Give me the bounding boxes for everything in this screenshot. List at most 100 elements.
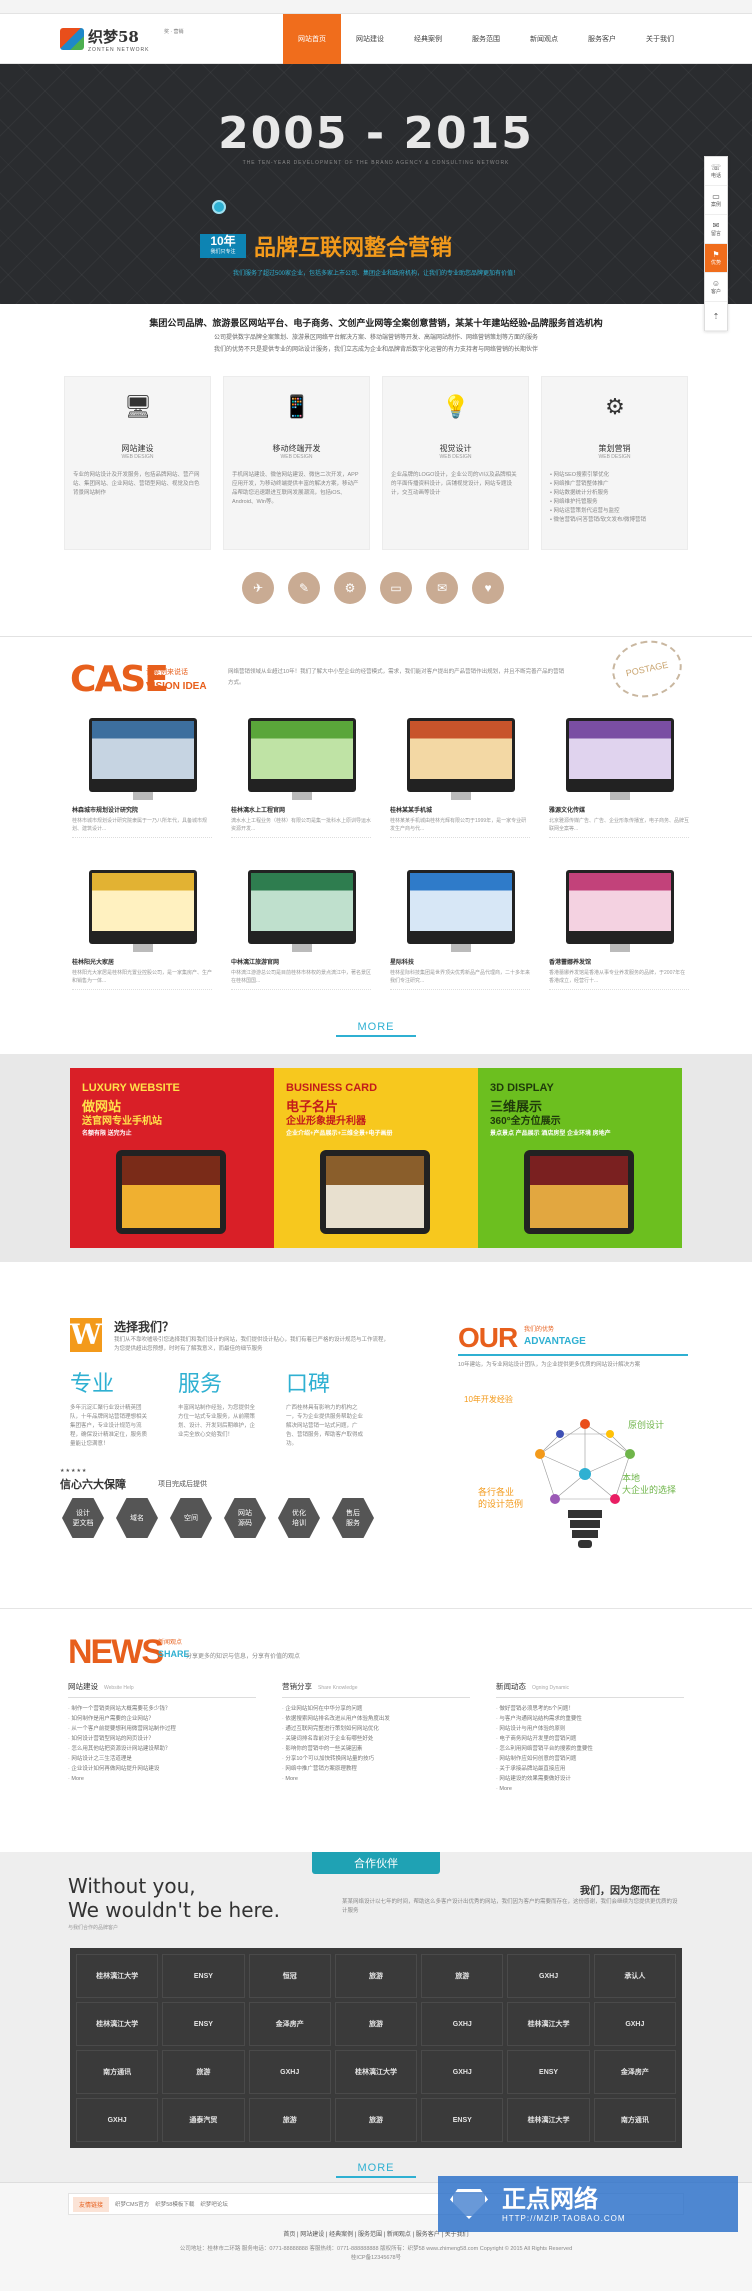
service-circle-icon[interactable]: ♥: [472, 572, 504, 604]
partner-logo[interactable]: GXHJ: [248, 2050, 331, 2094]
sidebar-item[interactable]: ☺ 客户: [705, 273, 727, 302]
partner-logo[interactable]: 承认人: [593, 1954, 676, 1998]
service-circle-icon[interactable]: ▭: [380, 572, 412, 604]
partner-logo[interactable]: 旅游: [334, 1954, 418, 1998]
nav-item[interactable]: 网站建设: [341, 14, 399, 64]
case-name[interactable]: 桂林阳光大家居: [72, 957, 114, 966]
case-card[interactable]: 桂林阳光大家居 桂林阳光大家居是桂林阳光置业控股公司，是一家集房产、生产和销售为一…: [70, 865, 215, 1005]
partner-logo[interactable]: 桂林漓江大学: [76, 1954, 159, 1998]
case-card[interactable]: 桂林某某手机城 桂林某某手机城由桂林光辉有限公司于1999年，是一家专业研发生产商…: [388, 713, 533, 853]
service-circle-icon[interactable]: ✉: [426, 572, 458, 604]
promo-panel[interactable]: LUXURY WEBSITE 做网站 送官网专业手机站 名额有限 送完为止: [70, 1068, 274, 1248]
news-item[interactable]: 关于承接品牌站最直接应用: [496, 1764, 684, 1774]
case-thumbnail[interactable]: [229, 713, 374, 800]
partner-logo[interactable]: GXHJ: [421, 2050, 504, 2094]
news-item[interactable]: 制作一个营销类网站大概需要花多少钱？: [68, 1704, 256, 1714]
case-thumbnail[interactable]: [229, 865, 374, 952]
friend-link[interactable]: 织梦CMS官方: [115, 2200, 149, 2208]
partner-logo[interactable]: 旅游: [162, 2050, 245, 2094]
sidebar-item[interactable]: ⚑ 优势: [705, 244, 727, 273]
partner-logo[interactable]: 旅游: [334, 2098, 418, 2142]
partner-logo[interactable]: 金泽房产: [248, 2002, 331, 2046]
service-circle-icon[interactable]: ✈: [242, 572, 274, 604]
news-item[interactable]: 影响你的营销中的一些关键因素: [282, 1744, 470, 1754]
case-card[interactable]: 林森城市规划设计研究院 桂林市城市规划设计研究院隶属于一乃八所年代，具备城市规划、…: [70, 713, 215, 853]
partner-logo[interactable]: 桂林漓江大学: [334, 2050, 418, 2094]
news-item[interactable]: 关键词排名靠前对于企业有哪些好处: [282, 1734, 470, 1744]
promo-panel[interactable]: 3D DISPLAY 三维展示 360°全方位展示 景点景点 产品展示 酒店房型 企业…: [478, 1068, 682, 1248]
service-circle-icon[interactable]: ⚙: [334, 572, 366, 604]
service-circle-icon[interactable]: ✎: [288, 572, 320, 604]
news-item[interactable]: 怎么利用网络营销平台的搜索的重要性: [496, 1744, 684, 1754]
news-item[interactable]: 网站设计与用户体验的原则: [496, 1724, 684, 1734]
case-thumbnail[interactable]: [70, 713, 215, 800]
case-name[interactable]: 林森城市规划设计研究院: [72, 805, 138, 814]
case-card[interactable]: 桂林漓水上工程官网 漓水水上工程业务（桂林）有限公司是集一批科水上原训导运水资源开…: [229, 713, 374, 853]
friend-link[interactable]: 织梦吧论坛: [200, 2200, 228, 2208]
news-item[interactable]: 与客户沟通网站结构需求的重要性: [496, 1714, 684, 1724]
case-name[interactable]: 雅源文化传媒: [549, 805, 585, 814]
case-name[interactable]: 香港蕾娜养发馆: [549, 957, 591, 966]
partner-logo[interactable]: 南方通讯: [593, 2098, 676, 2142]
partners-more-link[interactable]: MORE: [336, 2162, 416, 2178]
nav-item[interactable]: 服务客户: [573, 14, 631, 64]
case-card[interactable]: 雅源文化传媒 北京雅源传媒广告、广告、企业形象传播宣，电子商务、品牌互联网全案等.…: [547, 713, 692, 853]
case-name[interactable]: 中林漓江旅游官网: [231, 957, 279, 966]
case-thumbnail[interactable]: [70, 865, 215, 952]
partner-logo[interactable]: 恒冠: [248, 1954, 331, 1998]
partner-logo[interactable]: ENSY: [162, 2002, 245, 2046]
news-item[interactable]: 分享10个可以加快转换网站量的技巧: [282, 1754, 470, 1764]
nav-item[interactable]: 关于我们: [631, 14, 689, 64]
site-logo[interactable]: 织梦58 ZONTEN NETWORK 奖 · 营销: [60, 26, 220, 58]
service-card[interactable]: 🖥 网站建设 WEB DESIGN 专业的网站设计及开发服务，包括品牌网站、营产网站、…: [64, 376, 211, 550]
partner-logo[interactable]: GXHJ: [593, 2002, 676, 2046]
nav-item[interactable]: 新闻观点: [515, 14, 573, 64]
news-item[interactable]: 如何制作是用户需要的企业网站？: [68, 1714, 256, 1724]
news-item[interactable]: 企业网站如何在中华分享的问题: [282, 1704, 470, 1714]
news-item[interactable]: 网站建设的效果需要做好设计: [496, 1774, 684, 1784]
nav-item[interactable]: 经典案例: [399, 14, 457, 64]
partner-logo[interactable]: 桂林漓江大学: [507, 2002, 590, 2046]
news-item[interactable]: 网站设计之三生活道理是: [68, 1754, 256, 1764]
news-item[interactable]: 电子商务网站开发里的营销问题: [496, 1734, 684, 1744]
case-card[interactable]: 香港蕾娜养发馆 香港蕾娜养发馆是香港从事专业养发服务的品牌，于2007年在香港成立…: [547, 865, 692, 1005]
news-item[interactable]: 网站制作应如何创意的营销问题: [496, 1754, 684, 1764]
news-item[interactable]: 从一个客户前提要想利用微营网站制作过程: [68, 1724, 256, 1734]
partners-tab[interactable]: 合作伙伴: [312, 1852, 440, 1874]
news-item[interactable]: 做好营销必须思考的5个问题！: [496, 1704, 684, 1714]
sidebar-item[interactable]: ☏ 电话: [705, 157, 727, 186]
partner-logo[interactable]: GXHJ: [507, 1954, 590, 1998]
case-name[interactable]: 星际科技: [390, 957, 414, 966]
case-name[interactable]: 桂林漓水上工程官网: [231, 805, 285, 814]
sidebar-item[interactable]: ✉ 留言: [705, 215, 727, 244]
partner-logo[interactable]: 桂林漓江大学: [76, 2002, 159, 2046]
case-thumbnail[interactable]: [388, 865, 533, 952]
partner-logo[interactable]: 旅游: [248, 2098, 331, 2142]
service-card[interactable]: 📱 移动终端开发 WEB DESIGN 手机网站建设、微信网站建设、微信二次开发，AP…: [223, 376, 370, 550]
nav-item[interactable]: 网站首页: [283, 14, 341, 64]
partner-logo[interactable]: 旅游: [334, 2002, 418, 2046]
partner-logo[interactable]: GXHJ: [421, 2002, 504, 2046]
promo-panel[interactable]: BUSINESS CARD 电子名片 企业形象提升利器 企业介绍+产品展示+三维全景+…: [274, 1068, 478, 1248]
case-more-link[interactable]: MORE: [336, 1021, 416, 1037]
partner-logo[interactable]: 桂林漓江大学: [507, 2098, 590, 2142]
sidebar-item[interactable]: ▭ 案例: [705, 186, 727, 215]
news-item[interactable]: 网络中推广营销方案原理教程: [282, 1764, 470, 1774]
service-card[interactable]: 💡 视觉设计 WEB DESIGN 企业品牌的LOGO设计，企业公司的VI以及品牌相关…: [382, 376, 529, 550]
case-thumbnail[interactable]: [388, 713, 533, 800]
service-card[interactable]: ⚙ 策划营销 WEB DESIGN • 网站SEO搜索引擎优化 • 网络推广营销整体推…: [541, 376, 688, 550]
partner-logo[interactable]: 旅游: [421, 1954, 504, 1998]
case-thumbnail[interactable]: [547, 865, 692, 952]
partner-logo[interactable]: ENSY: [507, 2050, 590, 2094]
news-item[interactable]: 依据搜索网站排名改进从用户体验角度出发: [282, 1714, 470, 1724]
friend-link[interactable]: 织梦58模板下载: [155, 2200, 194, 2208]
partner-logo[interactable]: ENSY: [162, 1954, 245, 1998]
news-item[interactable]: More: [68, 1774, 256, 1784]
news-item[interactable]: 如何设计营销型网站的网页设计？: [68, 1734, 256, 1744]
case-card[interactable]: 星际科技 桂林星际科技集团是世界顶尖优秀新品产品代理商，二十多年来我们专注研究..…: [388, 865, 533, 1005]
news-item[interactable]: 企业设计如何再做网站提升网站建设: [68, 1764, 256, 1774]
news-item[interactable]: More: [496, 1784, 684, 1794]
partner-logo[interactable]: 金泽房产: [593, 2050, 676, 2094]
news-item[interactable]: 通过互联网完整进行策划如何网站优化: [282, 1724, 470, 1734]
case-card[interactable]: 中林漓江旅游官网 中林漓江游游总公司是目前桂林市林权的景点漓江中，著名景区在桂林国…: [229, 865, 374, 1005]
